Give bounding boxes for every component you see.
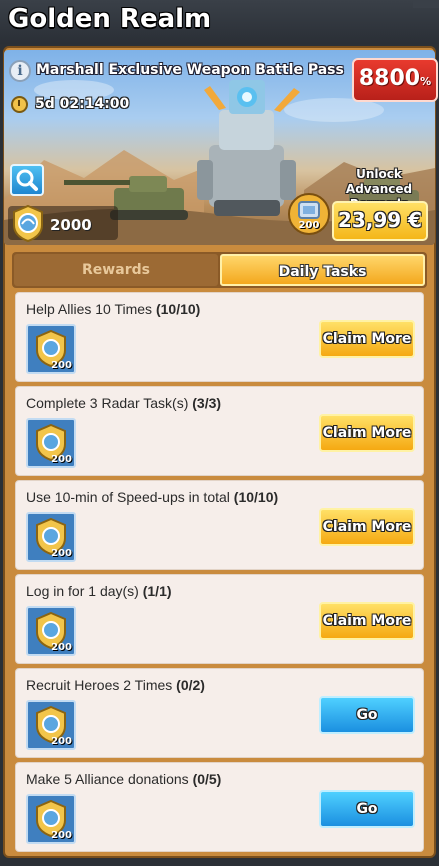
top-bar: Golden Realm bbox=[0, 0, 439, 44]
info-icon[interactable]: i bbox=[9, 60, 31, 82]
purchase-price-button[interactable]: 23,99 € bbox=[332, 201, 428, 241]
task-title: Log in for 1 day(s) (1/1) bbox=[26, 583, 172, 599]
reward-count: 200 bbox=[51, 736, 72, 747]
claim-more-button[interactable]: Claim More bbox=[319, 320, 415, 358]
task-name: Help Allies 10 Times bbox=[26, 301, 153, 317]
reward-count: 200 bbox=[51, 548, 72, 559]
clock-icon bbox=[11, 96, 28, 113]
task-progress: (1/1) bbox=[142, 583, 172, 599]
task-title: Recruit Heroes 2 Times (0/2) bbox=[26, 677, 205, 693]
task-progress: (10/10) bbox=[233, 489, 279, 505]
reward-medal-icon: 200 bbox=[26, 512, 76, 562]
reward-count: 200 bbox=[51, 360, 72, 371]
task-row: Use 10-min of Speed-ups in total (10/10)… bbox=[15, 480, 424, 570]
go-button[interactable]: Go bbox=[319, 696, 415, 734]
task-name: Complete 3 Radar Task(s) bbox=[26, 395, 189, 411]
tab-rewards[interactable]: Rewards bbox=[14, 254, 218, 286]
task-progress: (0/2) bbox=[176, 677, 205, 693]
reward-medal-icon: 200 bbox=[26, 606, 76, 656]
task-row: Recruit Heroes 2 Times (0/2) 200 Go bbox=[15, 668, 424, 758]
crate-count: 200 bbox=[298, 220, 320, 231]
task-row: Help Allies 10 Times (10/10) 200 Claim M… bbox=[15, 292, 424, 382]
reward-count: 200 bbox=[51, 454, 72, 465]
task-title: Help Allies 10 Times (10/10) bbox=[26, 301, 200, 317]
points-value: 2000 bbox=[50, 216, 92, 234]
tab-daily-tasks[interactable]: Daily Tasks bbox=[220, 254, 425, 286]
magnifier-icon bbox=[16, 169, 38, 191]
task-name: Log in for 1 day(s) bbox=[26, 583, 139, 599]
task-title: Make 5 Alliance donations (0/5) bbox=[26, 771, 221, 787]
tab-bar: Rewards Daily Tasks bbox=[12, 252, 427, 288]
task-progress: (0/5) bbox=[192, 771, 222, 787]
reward-medal-icon: 200 bbox=[26, 418, 76, 468]
reward-medal-icon: 200 bbox=[26, 324, 76, 374]
close-button[interactable] bbox=[399, 0, 439, 44]
golden-medal-icon bbox=[13, 204, 43, 243]
search-button[interactable] bbox=[10, 164, 44, 196]
discount-badge: 8800% bbox=[352, 58, 438, 102]
battle-pass-name: Marshall Exclusive Weapon Battle Pass bbox=[36, 62, 344, 78]
countdown-timer: 5d 02:14:00 bbox=[35, 96, 130, 112]
task-name: Make 5 Alliance donations bbox=[26, 771, 189, 787]
go-button[interactable]: Go bbox=[319, 790, 415, 828]
page-title: Golden Realm bbox=[8, 4, 212, 34]
claim-more-button[interactable]: Claim More bbox=[319, 508, 415, 546]
claim-more-button[interactable]: Claim More bbox=[319, 414, 415, 452]
claim-more-button[interactable]: Claim More bbox=[319, 602, 415, 640]
close-icon bbox=[413, 0, 439, 8]
reward-count: 200 bbox=[51, 642, 72, 653]
reward-count: 200 bbox=[51, 830, 72, 841]
task-progress: (10/10) bbox=[155, 301, 201, 317]
reward-medal-icon: 200 bbox=[26, 794, 76, 844]
task-name: Recruit Heroes 2 Times bbox=[26, 677, 173, 693]
task-row: Make 5 Alliance donations (0/5) 200 Go bbox=[15, 762, 424, 852]
task-row: Log in for 1 day(s) (1/1) 200 Claim More bbox=[15, 574, 424, 664]
task-title: Use 10-min of Speed-ups in total (10/10) bbox=[26, 489, 278, 505]
reward-medal-icon: 200 bbox=[26, 700, 76, 750]
discount-value: 8800 bbox=[358, 66, 421, 91]
task-row: Complete 3 Radar Task(s) (3/3) 200 Claim… bbox=[15, 386, 424, 476]
task-progress: (3/3) bbox=[192, 395, 222, 411]
discount-percent: % bbox=[420, 75, 432, 88]
task-name: Use 10-min of Speed-ups in total bbox=[26, 489, 230, 505]
task-title: Complete 3 Radar Task(s) (3/3) bbox=[26, 395, 221, 411]
